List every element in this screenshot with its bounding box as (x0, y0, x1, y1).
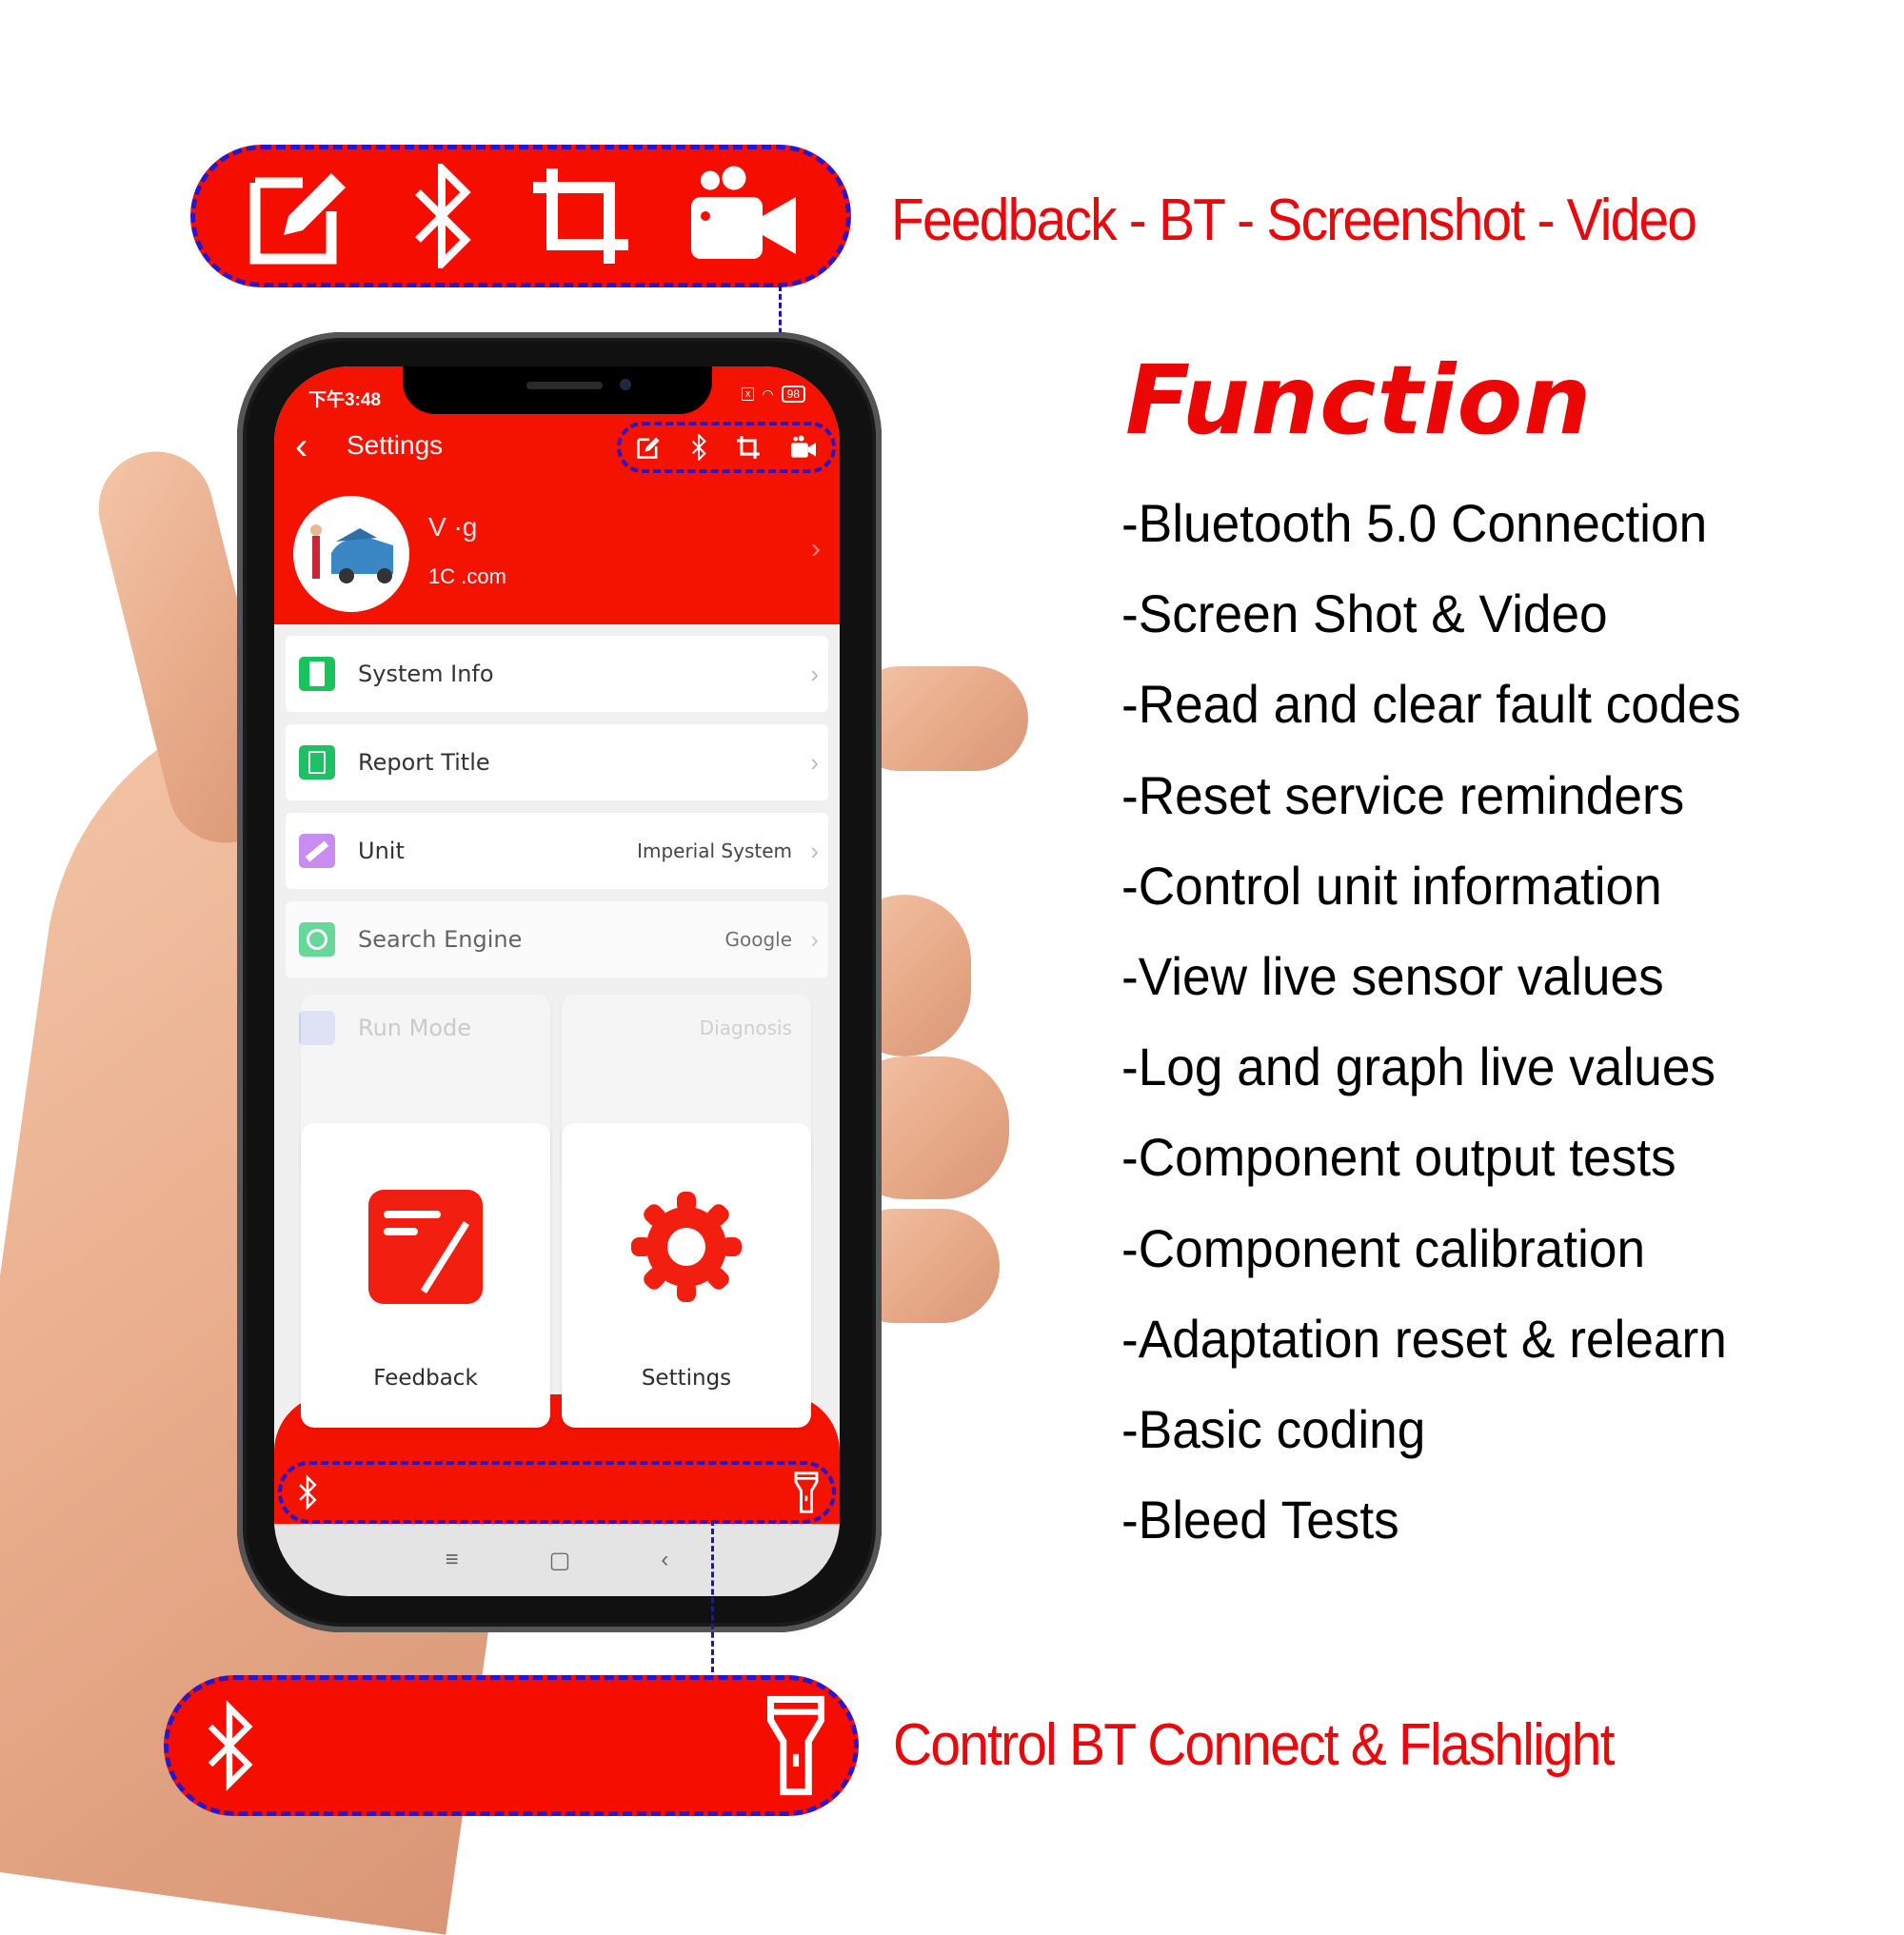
function-title: Function (1125, 345, 1593, 456)
bottom-callout-label: Control BT Connect & Flashlight (893, 1712, 1616, 1778)
function-item: -Bluetooth 5.0 Connection (1121, 493, 1708, 553)
wifi-icon: ◠ (762, 385, 774, 402)
function-item: -Basic coding (1121, 1398, 1426, 1459)
status-icons: x ◠ 98 (741, 385, 805, 403)
screenshot-crop-icon (533, 168, 628, 264)
avatar[interactable] (293, 496, 409, 612)
function-item: -Reset service reminders (1121, 764, 1685, 825)
settings-row-search-engine[interactable]: Search Engine Google › (286, 901, 828, 977)
menu-icon[interactable]: ≡ (446, 1547, 459, 1573)
user-name: V ·g (428, 512, 478, 542)
speaker-grille (526, 382, 603, 389)
function-item: -Bleed Tests (1121, 1490, 1399, 1550)
tile-label: Feedback (373, 1366, 478, 1391)
user-email: 1C .com (428, 564, 506, 588)
bluetooth-icon[interactable] (690, 434, 707, 461)
settings-row-system-info[interactable]: System Info › (286, 636, 828, 712)
bluetooth-icon (208, 1700, 253, 1791)
row-label: Report Title (358, 749, 490, 776)
video-camera-icon (691, 166, 796, 259)
function-item: -Component calibration (1121, 1217, 1646, 1278)
row-label: Search Engine (358, 926, 523, 953)
row-label: System Info (358, 661, 494, 687)
row-label: Unit (358, 838, 405, 864)
back-icon[interactable]: ‹ (661, 1547, 668, 1573)
function-item: -Screen Shot & Video (1121, 583, 1608, 644)
top-callout-label: Feedback - BT - Screenshot - Video (891, 188, 1697, 253)
page-title: Settings (347, 430, 444, 460)
screenshot-crop-icon[interactable] (736, 435, 761, 460)
function-item: -Log and graph live values (1121, 1037, 1716, 1097)
battery-indicator: 98 (781, 385, 805, 403)
function-item: -Control unit information (1121, 855, 1662, 916)
settings-row-report-title[interactable]: Report Title › (286, 724, 828, 800)
phone-screen: 下午3:48 x ◠ 98 ‹ Settings V ·g 1C .com › … (274, 366, 840, 1596)
header-toolbar (617, 422, 836, 473)
row-value: Google (724, 928, 792, 951)
home-icon[interactable]: ▢ (549, 1547, 571, 1574)
chevron-right-icon: › (810, 836, 819, 865)
front-camera (620, 379, 631, 390)
phone-notch (403, 366, 712, 414)
gear-icon (631, 1192, 742, 1302)
phone-icon (299, 657, 335, 691)
function-item: -View live sensor values (1121, 945, 1664, 1006)
chrome-icon (299, 922, 335, 957)
settings-row-unit[interactable]: Unit Imperial System › (286, 813, 828, 889)
profile-chevron-icon[interactable]: › (811, 533, 821, 565)
feedback-edit-icon[interactable] (635, 435, 662, 460)
tile-settings[interactable]: Settings (562, 1123, 811, 1428)
function-item: -Adaptation reset & relearn (1121, 1308, 1727, 1369)
bluetooth-icon[interactable] (297, 1473, 318, 1511)
function-list: -Bluetooth 5.0 Connection -Screen Shot &… (1121, 490, 1774, 1577)
ruler-icon (299, 834, 335, 868)
function-item: -Component output tests (1121, 1127, 1676, 1188)
video-camera-icon[interactable] (789, 435, 818, 460)
feedback-icon (368, 1190, 483, 1304)
chevron-right-icon: › (810, 659, 819, 688)
connector-line-bottom (711, 1520, 714, 1672)
top-toolbar-callout (190, 145, 851, 287)
bluetooth-icon (415, 164, 471, 268)
android-nav-bar: ≡ ▢ ‹ (274, 1524, 840, 1596)
status-time: 下午3:48 (308, 390, 382, 410)
tile-label: Settings (641, 1366, 732, 1391)
feedback-edit-icon (249, 173, 346, 265)
home-grid-bottom: Feedback Settings (301, 1123, 811, 1428)
clipboard-icon (299, 745, 335, 780)
chevron-right-icon: › (810, 747, 819, 777)
notification-icon: x (741, 387, 755, 401)
flashlight-icon[interactable] (794, 1471, 819, 1513)
function-item: -Read and clear fault codes (1121, 674, 1741, 735)
flashlight-icon (766, 1695, 825, 1796)
back-button[interactable]: ‹ (295, 427, 307, 465)
chevron-right-icon: › (810, 924, 819, 954)
row-value: Imperial System (637, 839, 792, 862)
bottom-bar-callout (164, 1675, 859, 1816)
bottom-control-bar (278, 1461, 836, 1524)
tile-feedback[interactable]: Feedback (301, 1123, 550, 1428)
mechanic-car-icon (310, 524, 393, 583)
